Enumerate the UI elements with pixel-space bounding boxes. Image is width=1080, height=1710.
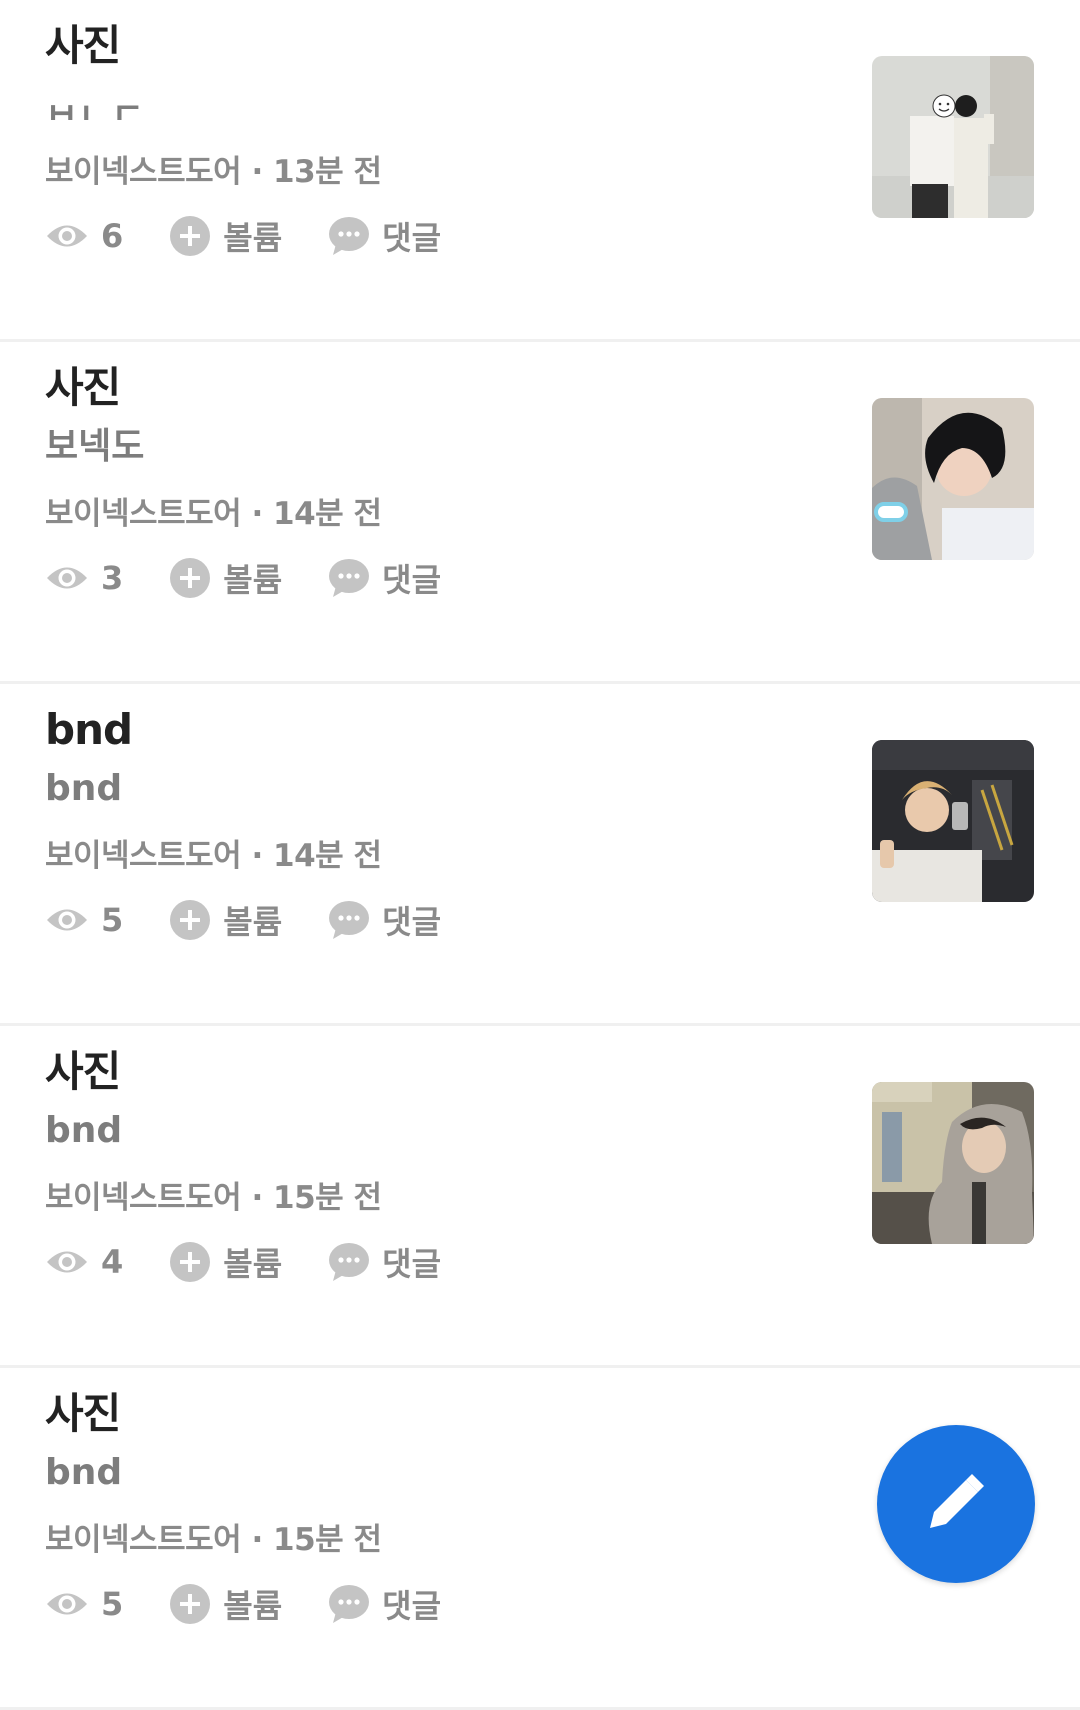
- post-thumbnail[interactable]: [872, 1082, 1034, 1244]
- eye-icon: [45, 563, 89, 593]
- comment-button[interactable]: 댓글: [328, 213, 441, 259]
- upvote-button[interactable]: 볼륨: [169, 213, 282, 259]
- view-count: 3: [45, 559, 123, 597]
- post-meta: 보이넥스트도어 · 13분 전: [45, 152, 382, 192]
- comment-label: 댓글: [382, 1587, 442, 1625]
- post-actions: 4 볼륨 댓글: [45, 1240, 487, 1284]
- plus-circle-icon: [169, 557, 211, 599]
- post-meta: 보이넥스트도어 · 15분 전: [45, 1178, 382, 1218]
- eye-icon: [45, 1247, 89, 1277]
- post-item[interactable]: 사진 보넥도 보이넥스트도어 · 14분 전 3 볼륨 댓글: [0, 342, 1080, 684]
- post-thumbnail[interactable]: [872, 56, 1034, 218]
- comment-label: 댓글: [382, 561, 442, 599]
- view-count-value: 3: [101, 559, 124, 597]
- post-item[interactable]: bnd bnd 보이넥스트도어 · 14분 전 5 볼륨 댓글: [0, 684, 1080, 1026]
- comment-label: 댓글: [382, 219, 442, 257]
- board-name[interactable]: 보이넥스트도어: [45, 154, 242, 190]
- view-count-value: 5: [101, 901, 124, 939]
- comment-button[interactable]: 댓글: [328, 1239, 441, 1285]
- meta-separator: ·: [251, 1522, 263, 1558]
- post-title[interactable]: 사진: [45, 22, 121, 70]
- post-preview: ㅂㄴㄷ: [45, 70, 144, 120]
- board-name[interactable]: 보이넥스트도어: [45, 838, 242, 874]
- plus-circle-icon: [169, 1241, 211, 1283]
- post-time: 13분 전: [273, 154, 382, 190]
- plus-circle-icon: [169, 215, 211, 257]
- chat-bubble-icon: [328, 1584, 370, 1624]
- comment-button[interactable]: 댓글: [328, 555, 441, 601]
- post-title[interactable]: 사진: [45, 1048, 121, 1096]
- comment-label: 댓글: [382, 1245, 442, 1283]
- post-title[interactable]: 사진: [45, 1390, 121, 1438]
- post-actions: 3 볼륨 댓글: [45, 556, 487, 600]
- pencil-icon: [924, 1470, 988, 1538]
- chat-bubble-icon: [328, 900, 370, 940]
- post-time: 14분 전: [273, 496, 382, 532]
- post-preview: bnd: [45, 1452, 123, 1493]
- post-preview: 보넥도: [45, 426, 145, 467]
- upvote-button[interactable]: 볼륨: [169, 555, 282, 601]
- post-item[interactable]: 사진 bnd 보이넥스트도어 · 15분 전 4 볼륨 댓글: [0, 1026, 1080, 1368]
- post-thumbnail[interactable]: [872, 398, 1034, 560]
- view-count-value: 4: [101, 1243, 124, 1281]
- post-time: 14분 전: [273, 838, 382, 874]
- comment-button[interactable]: 댓글: [328, 897, 441, 943]
- eye-icon: [45, 1589, 89, 1619]
- meta-separator: ·: [251, 154, 263, 190]
- post-actions: 5 볼륨 댓글: [45, 1582, 487, 1626]
- post-title[interactable]: 사진: [45, 364, 121, 412]
- view-count: 4: [45, 1243, 123, 1281]
- post-actions: 6 볼륨 댓글: [45, 214, 487, 258]
- post-title[interactable]: bnd: [45, 706, 133, 754]
- post-thumbnail[interactable]: [872, 740, 1034, 902]
- chat-bubble-icon: [328, 1242, 370, 1282]
- post-time: 15분 전: [273, 1522, 382, 1558]
- chat-bubble-icon: [328, 558, 370, 598]
- view-count-value: 5: [101, 1585, 124, 1623]
- post-preview: bnd: [45, 768, 123, 809]
- upvote-label: 볼륨: [223, 561, 283, 599]
- board-name[interactable]: 보이넥스트도어: [45, 496, 242, 532]
- post-preview: bnd: [45, 1110, 123, 1151]
- chat-bubble-icon: [328, 216, 370, 256]
- view-count: 5: [45, 1585, 123, 1623]
- view-count-value: 6: [101, 217, 124, 255]
- post-meta: 보이넥스트도어 · 14분 전: [45, 494, 382, 534]
- upvote-label: 볼륨: [223, 903, 283, 941]
- upvote-button[interactable]: 볼륨: [169, 897, 282, 943]
- post-actions: 5 볼륨 댓글: [45, 898, 487, 942]
- upvote-label: 볼륨: [223, 1587, 283, 1625]
- post-meta: 보이넥스트도어 · 15분 전: [45, 1520, 382, 1560]
- write-post-button[interactable]: [877, 1425, 1035, 1583]
- meta-separator: ·: [251, 838, 263, 874]
- upvote-button[interactable]: 볼륨: [169, 1239, 282, 1285]
- board-name[interactable]: 보이넥스트도어: [45, 1180, 242, 1216]
- eye-icon: [45, 905, 89, 935]
- eye-icon: [45, 221, 89, 251]
- post-meta: 보이넥스트도어 · 14분 전: [45, 836, 382, 876]
- plus-circle-icon: [169, 1583, 211, 1625]
- meta-separator: ·: [251, 1180, 263, 1216]
- upvote-button[interactable]: 볼륨: [169, 1581, 282, 1627]
- comment-label: 댓글: [382, 903, 442, 941]
- meta-separator: ·: [251, 496, 263, 532]
- view-count: 5: [45, 901, 123, 939]
- post-item[interactable]: 사진 ㅂㄴㄷ 보이넥스트도어 · 13분 전 6 볼륨 댓글: [0, 0, 1080, 342]
- plus-circle-icon: [169, 899, 211, 941]
- upvote-label: 볼륨: [223, 219, 283, 257]
- board-name[interactable]: 보이넥스트도어: [45, 1522, 242, 1558]
- post-time: 15분 전: [273, 1180, 382, 1216]
- upvote-label: 볼륨: [223, 1245, 283, 1283]
- post-preview-text: ㅂㄴㄷ: [45, 96, 145, 120]
- view-count: 6: [45, 217, 123, 255]
- comment-button[interactable]: 댓글: [328, 1581, 441, 1627]
